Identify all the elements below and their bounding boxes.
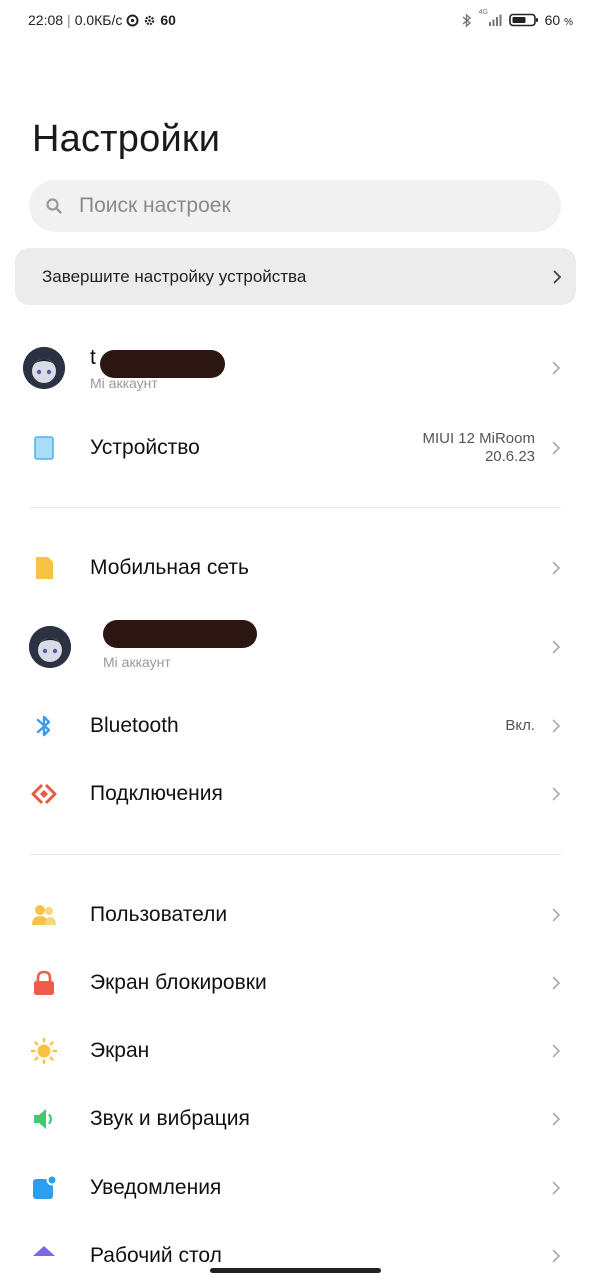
device-row[interactable]: Устройство MIUI 12 MiRoom 20.6.23 <box>0 414 591 482</box>
bluetooth-row[interactable]: Bluetooth Вкл. <box>0 692 591 760</box>
account-row-2[interactable]: Mi аккаунт <box>0 612 591 682</box>
sound-label: Звук и вибрация <box>90 1107 250 1130</box>
chevron-right-icon <box>552 908 561 922</box>
search-bar[interactable] <box>29 180 561 232</box>
chevron-right-icon <box>552 361 561 375</box>
chevron-right-icon <box>552 561 561 575</box>
finish-setup-label: Завершите настройку устройства <box>42 266 307 286</box>
chevron-right-icon <box>552 1249 561 1263</box>
mobile-network-label: Мобильная сеть <box>90 556 249 579</box>
status-bar: 22:08 | 0.0КБ/с 60 4G 60 % <box>0 0 591 40</box>
status-separator: | <box>67 12 71 28</box>
bluetooth-icon <box>30 712 58 740</box>
chevron-right-icon <box>553 270 562 283</box>
chevron-right-icon <box>552 787 561 801</box>
finish-setup-banner[interactable]: Завершите настройку устройства <box>15 248 576 305</box>
device-label: Устройство <box>90 436 200 459</box>
device-version-line1: MIUI 12 MiRoom <box>422 430 535 447</box>
home-screen-label: Рабочий стол <box>90 1244 222 1267</box>
device-version: MIUI 12 MiRoom 20.6.23 <box>422 430 535 466</box>
chevron-right-icon <box>552 1181 561 1195</box>
notifications-label: Уведомления <box>90 1176 222 1199</box>
search-input[interactable] <box>77 193 521 219</box>
chevron-right-icon <box>552 640 561 654</box>
notification-icon <box>30 1174 58 1202</box>
avatar <box>29 626 71 668</box>
redacted-name <box>103 620 257 648</box>
status-icon-count: 60 <box>160 12 176 28</box>
device-icon <box>30 434 58 462</box>
avatar <box>23 347 65 389</box>
chevron-right-icon <box>552 1044 561 1058</box>
gesture-home-bar[interactable] <box>210 1268 381 1273</box>
lock-screen-row[interactable]: Экран блокировки <box>0 949 591 1017</box>
lock-icon <box>30 969 58 997</box>
bluetooth-status-icon <box>462 12 471 28</box>
status-time: 22:08 <box>28 12 64 28</box>
account-subtitle-2: Mi аккаунт <box>103 654 171 670</box>
chevron-right-icon <box>552 976 561 990</box>
users-row[interactable]: Пользователи <box>0 881 591 949</box>
account-subtitle: Mi аккаунт <box>90 375 158 391</box>
battery-icon <box>508 13 538 27</box>
account-name: t <box>90 346 96 369</box>
home-icon <box>30 1242 58 1270</box>
users-icon <box>30 901 58 929</box>
divider <box>30 507 561 508</box>
vpn-circle-icon <box>126 14 139 26</box>
search-icon <box>46 198 62 214</box>
connections-icon <box>30 780 58 808</box>
chevron-right-icon <box>552 441 561 455</box>
status-left: 22:08 | 0.0КБ/с 60 <box>28 12 176 28</box>
account-row[interactable]: t Mi аккаунт <box>0 333 591 403</box>
redacted-name <box>100 350 225 378</box>
battery-percent: 60 % <box>545 12 573 28</box>
page-title: Настройки <box>32 118 221 160</box>
mobile-network-row[interactable]: Мобильная сеть <box>0 534 591 602</box>
chevron-right-icon <box>552 719 561 733</box>
chevron-right-icon <box>552 1112 561 1126</box>
bluetooth-status: Вкл. <box>505 717 535 734</box>
battery-value: 60 <box>544 12 561 28</box>
sound-row[interactable]: Звук и вибрация <box>0 1085 591 1153</box>
sim-card-icon <box>30 554 58 582</box>
status-speed: 0.0КБ/с <box>74 12 123 28</box>
lock-screen-label: Экран блокировки <box>90 971 267 994</box>
sun-icon <box>30 1037 58 1065</box>
divider <box>30 854 561 855</box>
bluetooth-label: Bluetooth <box>90 714 179 737</box>
signal-icon: 4G <box>479 9 503 28</box>
status-right: 4G 60 % <box>461 9 573 28</box>
connections-label: Подключения <box>90 782 223 805</box>
display-row[interactable]: Экран <box>0 1017 591 1085</box>
battery-unit: % <box>564 17 573 28</box>
gear-icon <box>145 15 155 25</box>
notifications-row[interactable]: Уведомления <box>0 1154 591 1222</box>
speaker-icon <box>30 1105 58 1133</box>
display-label: Экран <box>90 1039 150 1062</box>
device-version-line2: 20.6.23 <box>484 448 535 465</box>
users-label: Пользователи <box>90 903 228 926</box>
connections-row[interactable]: Подключения <box>0 760 591 828</box>
